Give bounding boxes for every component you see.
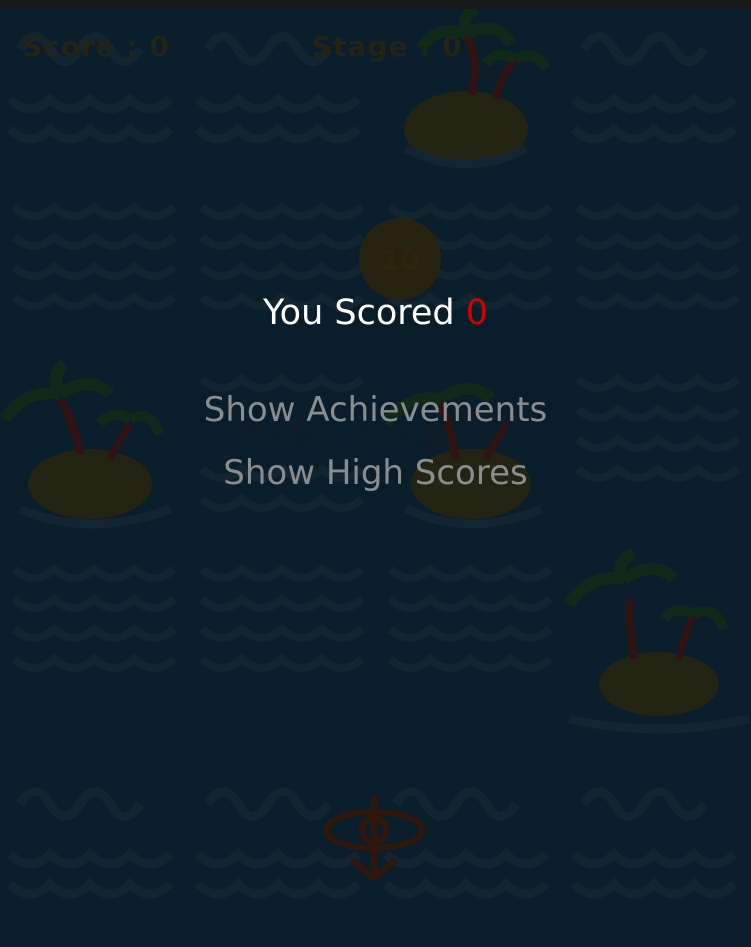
score-result-label: You Scored (262, 293, 466, 333)
show-high-scores-button[interactable]: Show High Scores (0, 453, 751, 493)
score-result: You Scored 0 (0, 293, 751, 333)
show-achievements-button[interactable]: Show Achievements (0, 390, 751, 430)
score-result-value: 0 (465, 293, 489, 333)
